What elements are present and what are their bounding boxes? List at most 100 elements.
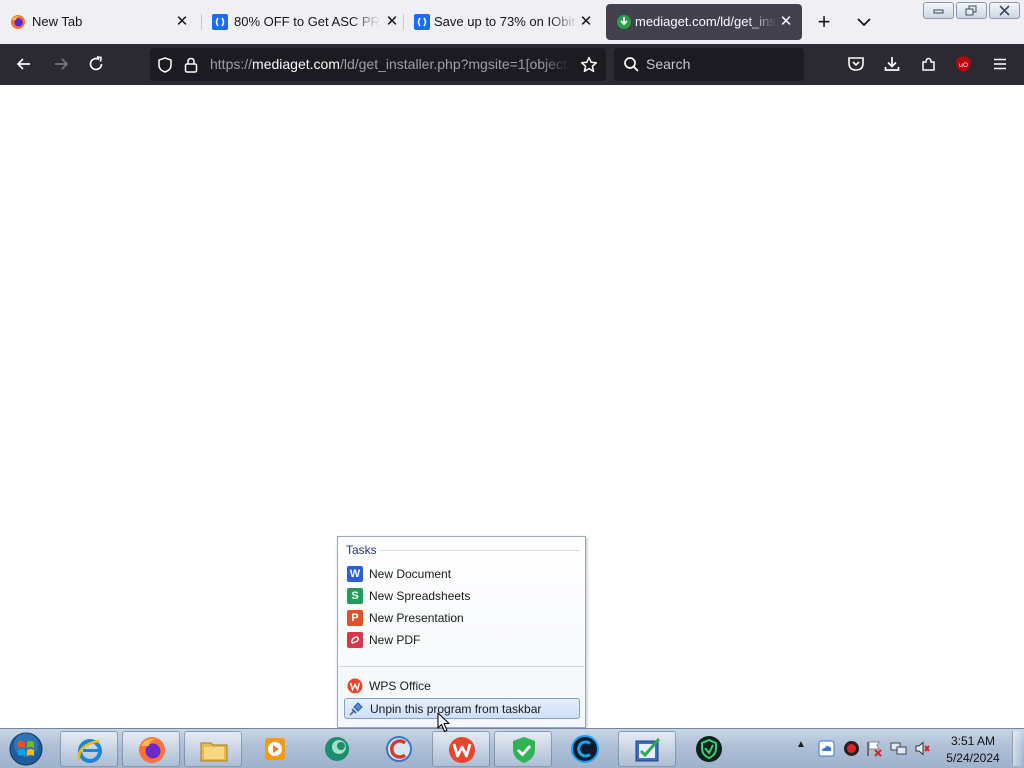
search-icon xyxy=(624,57,639,72)
plus-icon[interactable]: + xyxy=(814,11,834,33)
chevron-down-icon[interactable] xyxy=(854,12,874,32)
task-label: New PDF xyxy=(369,633,421,647)
forward-icon[interactable] xyxy=(51,54,71,74)
vpn-shield-icon xyxy=(696,736,722,762)
shield-check-icon xyxy=(513,737,535,763)
tab-strip: New Tab ✕ 80% OFF to Get ASC PRO 8 ✕ Sav… xyxy=(0,0,1024,44)
show-desktop-button[interactable] xyxy=(1012,731,1022,766)
url-path: /ld/get_installer.php?mgsite=1[object xyxy=(339,56,567,72)
network-icon[interactable] xyxy=(890,740,907,757)
start-orb-icon[interactable] xyxy=(6,731,46,767)
task-label: New Document xyxy=(369,567,452,581)
internet-explorer-icon xyxy=(77,739,102,763)
url-text[interactable]: https://mediaget.com/ld/get_installer.ph… xyxy=(210,56,570,72)
close-window-button[interactable] xyxy=(989,2,1020,19)
window-controls xyxy=(923,2,1020,20)
url-bar[interactable]: https://mediaget.com/ld/get_installer.ph… xyxy=(150,48,606,81)
mouse-cursor-icon xyxy=(437,712,450,733)
screen: New Tab ✕ 80% OFF to Get ASC PRO 8 ✕ Sav… xyxy=(0,0,1024,768)
loading-blue-icon xyxy=(212,14,228,30)
tab-title: 80% OFF to Get ASC PRO 8 xyxy=(234,14,380,29)
open-wps-office[interactable]: WPS Office xyxy=(344,676,580,696)
media-player-icon xyxy=(265,738,285,760)
task-label: New Spreadsheets xyxy=(369,589,471,603)
task-new-presentation[interactable]: P New Presentation xyxy=(344,608,580,628)
menu-icon[interactable] xyxy=(990,54,1010,74)
tab-new-tab[interactable]: New Tab ✕ xyxy=(0,4,200,40)
ublock-origin-icon[interactable]: uO xyxy=(955,55,972,73)
checklist-app-icon xyxy=(635,738,661,762)
download-icon[interactable] xyxy=(882,54,902,74)
close-tab-icon[interactable]: ✕ xyxy=(576,12,596,32)
firefox-icon xyxy=(139,737,165,763)
ccleaner-icon xyxy=(386,736,412,762)
browser-app-icon xyxy=(325,737,349,761)
unpin-label: Unpin this program from taskbar xyxy=(370,702,542,716)
taskbar-media-player[interactable] xyxy=(246,731,304,767)
loading-blue-icon xyxy=(414,14,430,30)
clock-time: 3:51 AM xyxy=(950,734,996,748)
tab-title: mediaget.com/ld/get_instal xyxy=(635,14,777,29)
flag-icon[interactable] xyxy=(866,740,883,757)
mediaget-icon xyxy=(617,15,631,29)
tab-mediaget[interactable]: mediaget.com/ld/get_instal ✕ xyxy=(606,4,802,40)
extensions-icon[interactable] xyxy=(919,54,939,74)
reload-icon[interactable] xyxy=(86,54,106,74)
wps-spreadsheets-icon: S xyxy=(347,588,363,604)
c-app-icon xyxy=(571,735,599,763)
task-new-pdf[interactable]: New PDF xyxy=(344,630,580,650)
lock-icon[interactable] xyxy=(183,56,199,74)
task-label: New Presentation xyxy=(369,611,464,625)
wps-office-icon xyxy=(449,737,475,763)
system-clock[interactable]: 3:51 AM 5/24/2024 xyxy=(938,733,1008,767)
shield-icon[interactable] xyxy=(156,56,174,74)
volume-muted-icon[interactable] xyxy=(914,740,931,757)
file-explorer-icon xyxy=(200,742,228,762)
bookmark-star-icon[interactable] xyxy=(579,55,599,75)
cloud-icon[interactable] xyxy=(818,740,835,757)
close-icon xyxy=(999,5,1010,16)
close-tab-icon[interactable]: ✕ xyxy=(382,12,402,32)
url-host: mediaget.com xyxy=(252,56,340,72)
jump-list-heading: Tasks xyxy=(346,543,377,557)
search-bar[interactable]: Search xyxy=(614,48,804,81)
heading-rule xyxy=(380,550,580,551)
back-icon[interactable] xyxy=(14,54,34,74)
taskbar-browser-app[interactable] xyxy=(308,731,366,767)
tab-iobit[interactable]: Save up to 73% on IObit M ✕ xyxy=(404,4,604,40)
taskbar-firefox[interactable] xyxy=(122,731,180,767)
url-scheme: https:// xyxy=(210,56,253,72)
taskbar-jump-list: Tasks W New Document S New Spreadsheets … xyxy=(337,536,586,728)
task-new-document[interactable]: W New Document xyxy=(344,564,580,584)
restore-button[interactable] xyxy=(956,2,987,19)
wps-office-icon xyxy=(347,678,363,694)
taskbar-wps-office[interactable] xyxy=(432,731,490,767)
minimize-icon xyxy=(933,9,944,14)
close-tab-icon[interactable]: ✕ xyxy=(172,12,192,32)
jump-list-divider xyxy=(339,666,584,667)
unpin-from-taskbar[interactable]: Unpin this program from taskbar xyxy=(344,698,580,719)
taskbar-ccleaner[interactable] xyxy=(370,731,428,767)
restore-icon xyxy=(965,5,977,16)
close-tab-icon[interactable]: ✕ xyxy=(776,12,796,32)
tab-title: Save up to 73% on IObit M xyxy=(434,14,578,29)
tab-title: New Tab xyxy=(32,14,83,29)
taskbar-file-explorer[interactable] xyxy=(184,731,242,767)
record-icon[interactable] xyxy=(843,740,860,757)
taskbar: ▲ 3:51 AM 5/24/2024 xyxy=(0,728,1024,768)
wps-writer-icon: W xyxy=(347,566,363,582)
taskbar-c-app[interactable] xyxy=(556,731,614,767)
program-label: WPS Office xyxy=(369,679,431,693)
navigation-toolbar: https://mediaget.com/ld/get_installer.ph… xyxy=(0,44,1024,85)
taskbar-vpn-app[interactable] xyxy=(680,731,738,767)
taskbar-shield-app[interactable] xyxy=(494,731,552,767)
tab-asc-pro[interactable]: 80% OFF to Get ASC PRO 8 ✕ xyxy=(202,4,402,40)
taskbar-internet-explorer[interactable] xyxy=(60,731,118,767)
wps-presentation-icon: P xyxy=(347,610,363,626)
task-new-spreadsheets[interactable]: S New Spreadsheets xyxy=(344,586,580,606)
taskbar-checklist-app[interactable] xyxy=(618,731,676,767)
show-hidden-icons-icon[interactable]: ▲ xyxy=(796,739,808,753)
search-placeholder: Search xyxy=(646,56,691,72)
minimize-button[interactable] xyxy=(923,2,954,19)
pocket-icon[interactable] xyxy=(846,54,866,74)
